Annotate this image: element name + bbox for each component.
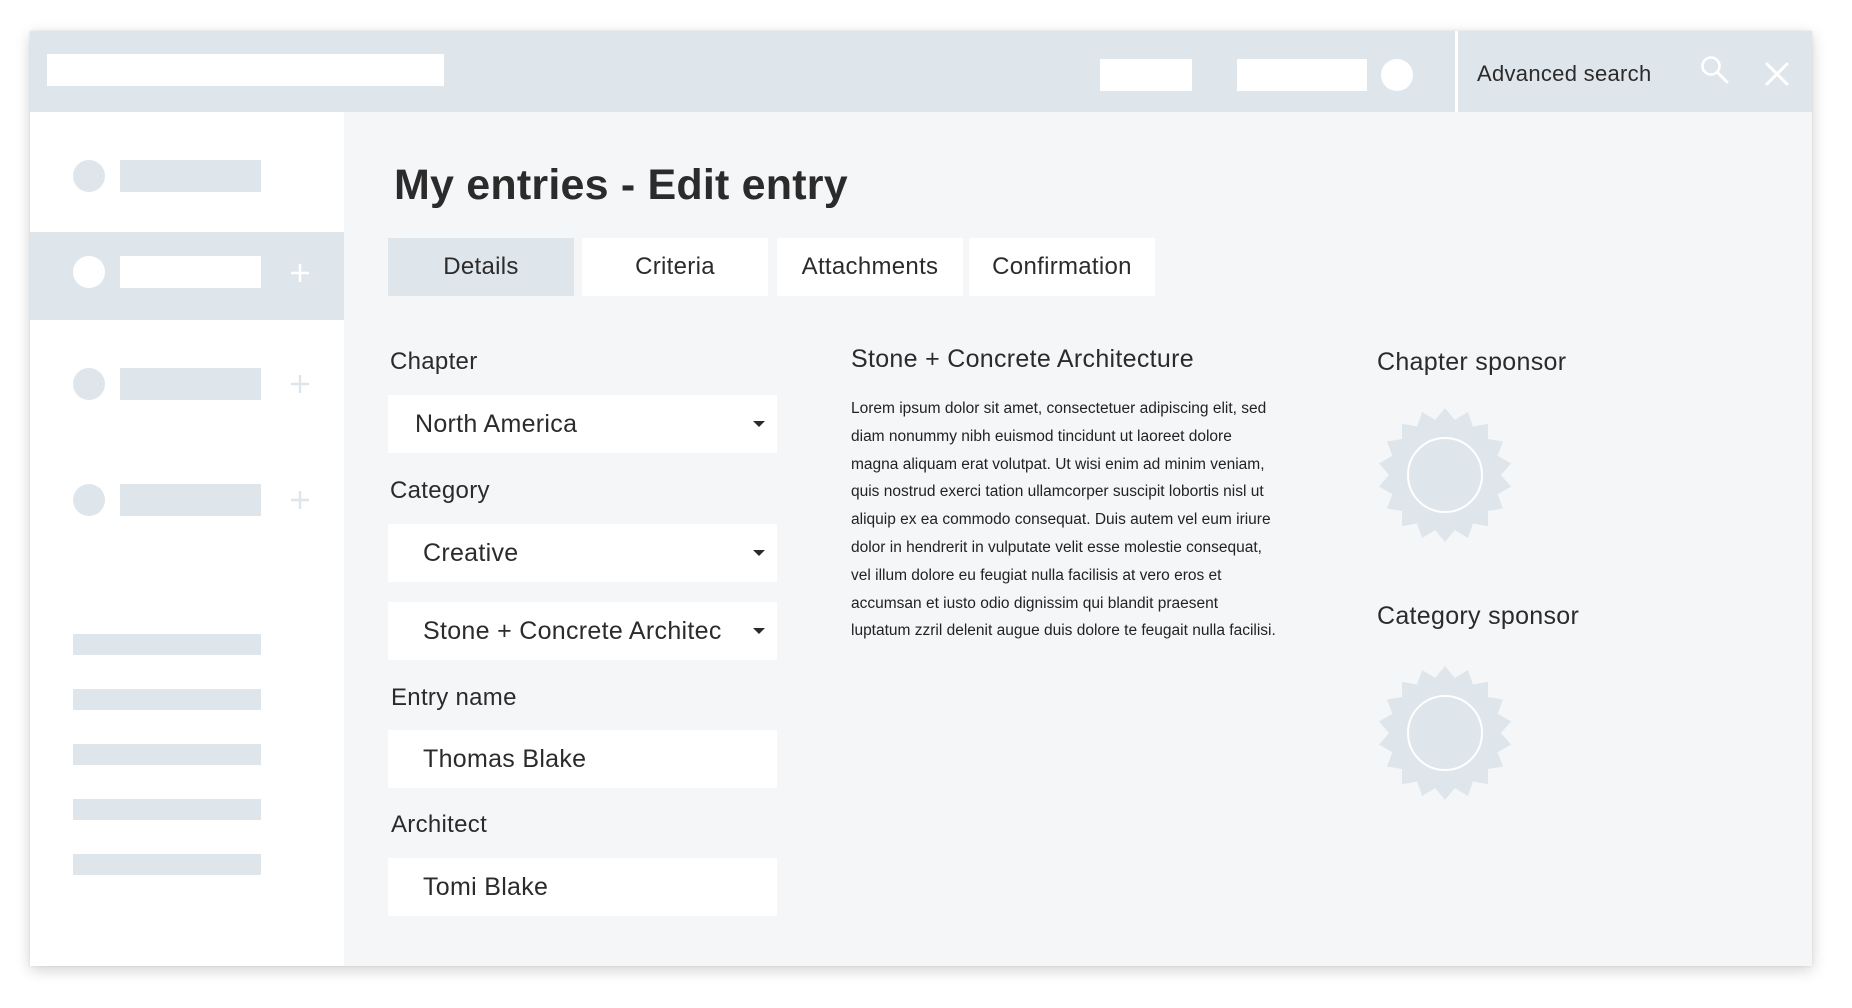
topbar-divider xyxy=(1455,31,1458,112)
top-bar: Advanced search xyxy=(30,31,1812,112)
plus-icon[interactable] xyxy=(290,490,310,510)
tab-confirmation[interactable]: Confirmation xyxy=(969,238,1155,296)
sponsor-badge-icon xyxy=(1379,408,1511,542)
app-window: Advanced search My entries - Edit entry … xyxy=(30,31,1812,966)
sidebar-link-placeholder[interactable] xyxy=(73,689,261,710)
sidebar-item-1[interactable] xyxy=(30,132,344,220)
tab-criteria[interactable]: Criteria xyxy=(582,238,768,296)
plus-icon[interactable] xyxy=(290,374,310,394)
close-icon[interactable] xyxy=(1765,62,1789,86)
sidebar-link-placeholder[interactable] xyxy=(73,799,261,820)
sidebar-item-label-placeholder xyxy=(120,484,261,516)
sidebar-link-placeholder[interactable] xyxy=(73,634,261,655)
entry-name-input[interactable]: Thomas Blake xyxy=(388,730,777,788)
user-name-placeholder[interactable] xyxy=(1237,59,1367,91)
sidebar-item-dot xyxy=(73,484,105,516)
category-label: Category xyxy=(390,477,490,504)
search-bar-placeholder[interactable] xyxy=(47,54,444,86)
tab-attachments[interactable]: Attachments xyxy=(777,238,963,296)
tab-details[interactable]: Details xyxy=(388,238,574,296)
sidebar-item-dot xyxy=(73,368,105,400)
sidebar-item-label-placeholder xyxy=(120,160,261,192)
chevron-down-icon xyxy=(753,550,765,556)
sidebar-item-2[interactable] xyxy=(30,232,344,320)
chapter-label: Chapter xyxy=(390,348,478,375)
architect-input[interactable]: Tomi Blake xyxy=(388,858,777,916)
sidebar xyxy=(30,112,344,966)
plus-icon[interactable] xyxy=(290,263,310,283)
sidebar-item-label-placeholder xyxy=(120,256,261,288)
architect-label: Architect xyxy=(391,811,488,838)
avatar[interactable] xyxy=(1381,59,1413,91)
chevron-down-icon xyxy=(753,421,765,427)
category-select-value: Creative xyxy=(423,538,519,567)
category-description-body: Lorem ipsum dolor sit amet, consectetuer… xyxy=(851,400,1276,640)
category-description-title: Stone + Concrete Architecture xyxy=(851,345,1194,373)
chapter-select[interactable]: North America xyxy=(388,395,777,453)
entry-name-label: Entry name xyxy=(391,684,517,711)
chevron-down-icon xyxy=(753,628,765,634)
category-sponsor-label: Category sponsor xyxy=(1377,602,1580,630)
category-select[interactable]: Creative xyxy=(388,524,777,582)
sidebar-link-placeholder[interactable] xyxy=(73,744,261,765)
sidebar-link-placeholder[interactable] xyxy=(73,854,261,875)
sidebar-item-label-placeholder xyxy=(120,368,261,400)
nav-link-placeholder[interactable] xyxy=(1100,59,1192,91)
search-icon[interactable] xyxy=(1700,55,1730,85)
advanced-search-link[interactable]: Advanced search xyxy=(1477,61,1652,87)
sidebar-item-4[interactable] xyxy=(30,456,344,544)
chapter-sponsor-label: Chapter sponsor xyxy=(1377,348,1567,376)
subcategory-select[interactable]: Stone + Concrete Architec xyxy=(388,602,777,660)
chapter-select-value: North America xyxy=(415,409,578,438)
sponsor-badge-icon xyxy=(1379,666,1511,800)
sidebar-item-dot xyxy=(73,160,105,192)
sidebar-item-dot xyxy=(73,256,105,288)
sidebar-item-3[interactable] xyxy=(30,340,344,428)
subcategory-select-value: Stone + Concrete Architec xyxy=(423,616,722,645)
page-title: My entries - Edit entry xyxy=(394,161,848,209)
